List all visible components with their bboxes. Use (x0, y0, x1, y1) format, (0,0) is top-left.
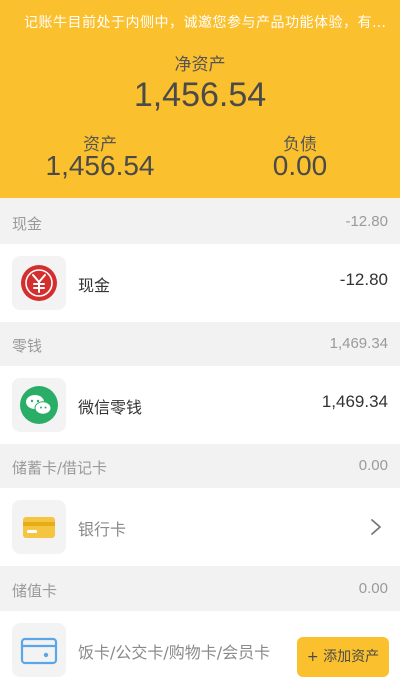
section-total: 1,469.34 (329, 335, 388, 352)
account-row-cash[interactable]: 现金 -12.80 (0, 244, 400, 322)
account-name: 银行卡 (78, 520, 127, 539)
section-title: 零钱 (12, 337, 43, 355)
account-icon-box (12, 623, 66, 677)
section-header-debit-card: 储蓄卡/借记卡 0.00 (0, 444, 400, 488)
net-assets-value: 1,456.54 (133, 76, 267, 114)
chevron-right-icon (371, 519, 381, 535)
beta-notice-banner[interactable]: 记账牛目前处于内侧中，诚邀您参与产品功能体验，有… (0, 0, 400, 40)
section-header-stored-value: 储值卡 0.00 (0, 567, 400, 611)
section-title: 储值卡 (12, 582, 58, 600)
beta-notice-text: 记账牛目前处于内侧中，诚邀您参与产品功能体验，有… (24, 15, 387, 31)
account-row-wechat[interactable]: 微信零钱 1,469.34 (0, 366, 400, 444)
wechat-icon (20, 386, 58, 424)
stored-value-card-icon (20, 637, 58, 665)
section-title: 储蓄卡/借记卡 (12, 459, 108, 477)
section-total: 0.00 (358, 457, 388, 474)
account-balance: 1,469.34 (321, 392, 388, 411)
net-assets-header: 记账牛目前处于内侧中，诚邀您参与产品功能体验，有… 净资产 1,456.54 资… (0, 0, 400, 198)
account-name: 微信零钱 (78, 398, 143, 417)
net-assets-label: 净资产 (174, 55, 226, 75)
section-total: -12.80 (345, 213, 388, 230)
section-total: 0.00 (358, 580, 388, 597)
account-name: 现金 (78, 276, 111, 295)
section-header-change: 零钱 1,469.34 (0, 322, 400, 366)
liabilities-value: 0.00 (272, 150, 328, 181)
account-name: 饭卡/公交卡/购物卡/会员卡 (78, 643, 271, 662)
account-icon-box (12, 256, 66, 310)
account-icon-box (12, 378, 66, 432)
account-balance: -12.80 (339, 270, 388, 289)
assets-value: 1,456.54 (45, 150, 155, 181)
bank-card-icon (23, 517, 55, 538)
account-row-bank-card[interactable]: 银行卡 (0, 488, 400, 566)
yuan-coin-icon (21, 265, 57, 301)
section-title: 现金 (12, 215, 43, 233)
add-asset-button[interactable]: + 添加资产 (297, 637, 389, 677)
section-header-cash: 现金 -12.80 (0, 200, 400, 244)
account-icon-box (12, 500, 66, 554)
